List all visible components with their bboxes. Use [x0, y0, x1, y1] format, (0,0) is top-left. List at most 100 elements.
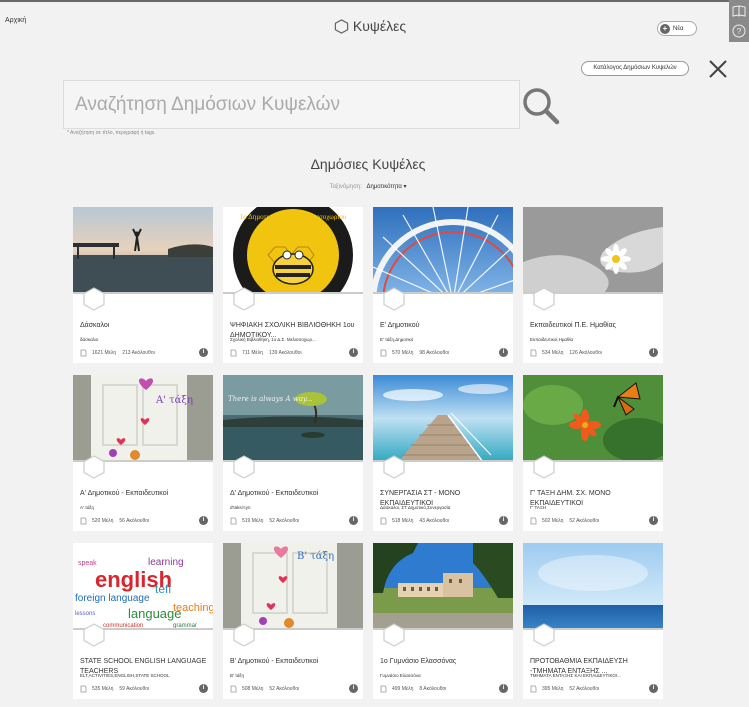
info-icon[interactable]: i	[499, 516, 508, 525]
hive-stats: 395 Μέλη 52 Ακόλουθοι i	[530, 684, 658, 694]
hive-hexagon-icon	[334, 19, 349, 34]
cover-sunset-lake-image	[73, 207, 213, 292]
hive-card[interactable]: ΣΥΝΕΡΓΑΣΙΑ ΣΤ - ΜΟΝΟ ΕΚΠΑΙΔΕΥΤΙΚΟΙ Δάσκα…	[373, 375, 513, 531]
svg-text:There is always A way...: There is always A way...	[228, 395, 313, 403]
hive-title[interactable]: Εκπαιδευτικοί Π.Ε. Ημαθίας	[530, 321, 660, 331]
cover-school-image	[373, 543, 513, 628]
hive-cover-image	[523, 375, 663, 462]
hive-title[interactable]: Α' Δημοτικού - Εκπαιδευτικοί	[80, 489, 210, 499]
close-icon[interactable]	[706, 57, 730, 81]
sort-value: Δημοτικότητα	[366, 184, 402, 190]
hive-card[interactable]: Α' τάξη Α' Δημοτικού - Εκπαιδευτικοί Α' …	[73, 375, 213, 531]
hive-card[interactable]: Ε' Δημοτικού Ε' τάξη,Δημοτικό 570 Μέλη 9…	[373, 207, 513, 363]
svg-text:foreign language: foreign language	[75, 593, 150, 604]
help-icon[interactable]: ?	[731, 23, 747, 39]
info-icon[interactable]: i	[649, 516, 658, 525]
public-hives-catalog-button[interactable]: Κατάλογος Δημόσιων Κυψελών	[581, 61, 689, 76]
page-title-text: Κυψέλες	[352, 18, 407, 34]
sort-dropdown[interactable]: Δημοτικότητα ▾	[366, 184, 406, 190]
svg-text:language: language	[128, 606, 182, 621]
info-icon[interactable]: i	[499, 348, 508, 357]
followers-count: 213 Ακόλουθοι	[122, 350, 155, 356]
info-icon[interactable]: i	[349, 684, 358, 693]
hive-cover-image	[373, 375, 513, 462]
hive-card[interactable]: english learning foreign language teachi…	[73, 543, 213, 699]
hive-cover-image	[373, 543, 513, 630]
new-hive-button[interactable]: + Νέα	[657, 21, 697, 36]
hive-tags: Β' τάξη	[230, 673, 244, 678]
members-icon	[80, 685, 87, 693]
sort-control: Ταξινόμηση: Δημοτικότητα ▾	[0, 183, 736, 190]
search-icon[interactable]	[520, 85, 560, 125]
hive-card[interactable]: Γ' ΤΑΞΗ ΔΗΜ. ΣΧ. ΜΟΝΟ ΕΚΠΑΙΔΕΥΤΙΚΟΙ Γ' Τ…	[523, 375, 663, 531]
hive-title[interactable]: Ε' Δημοτικού	[380, 321, 510, 331]
hive-card[interactable]: 1ο Δημοτικό Σχολείο Μελισσοχωρίου ΨΗΦΙΑΚ…	[223, 207, 363, 363]
hive-hexagon-icon	[83, 287, 105, 311]
hive-title[interactable]: Β' Δημοτικού - Εκπαιδευτικοί	[230, 657, 360, 667]
side-toolbar: ?	[729, 0, 749, 42]
new-button-label: Νέα	[673, 25, 684, 32]
plus-icon: +	[660, 23, 670, 34]
cover-door-b-image: Β' τάξη	[223, 543, 363, 628]
members-count: 570 Μέλη	[392, 350, 414, 356]
followers-count: 56 Ακόλουθοι	[119, 518, 150, 524]
followers-count: 98 Ακόλουθοι	[419, 350, 450, 356]
hive-stats: 518 Μέλη 43 Ακόλουθοι i	[380, 516, 508, 526]
info-icon[interactable]: i	[349, 348, 358, 357]
members-icon	[230, 349, 237, 357]
hive-card[interactable]: 1ο Γυμνάσιο Ελασσόνας Γυμνάσιο Ελασσόνα …	[373, 543, 513, 699]
hives-grid: Δάσκαλοι δάσκαλοι 1621 Μέλη 213 Ακόλουθο…	[73, 207, 663, 699]
info-icon[interactable]: i	[649, 348, 658, 357]
search-input[interactable]	[64, 81, 519, 128]
members-icon	[530, 685, 537, 693]
hive-stats: 520 Μέλη 56 Ακόλουθοι i	[80, 516, 208, 526]
hive-cover-image	[73, 207, 213, 294]
caret-down-icon: ▾	[403, 184, 407, 190]
followers-count: 52 Ακόλουθοι	[269, 686, 300, 692]
hive-hexagon-icon	[233, 455, 255, 479]
cover-tree-lake-image: There is always A way...	[223, 375, 363, 460]
hive-card[interactable]: Β' τάξη Β' Δημοτικού - Εκπαιδευτικοί Β' …	[223, 543, 363, 699]
members-count: 1621 Μέλη	[92, 350, 117, 356]
hive-tags: Ε' τάξη,Δημοτικό	[380, 337, 414, 342]
svg-text:Β' τάξη: Β' τάξη	[297, 551, 334, 562]
members-count: 502 Μέλη	[542, 518, 564, 524]
hive-tags: ELT,ACTIVITIES,ENGLISH,STATE SCHOOL	[80, 673, 170, 678]
members-count: 508 Μέλη	[242, 686, 264, 692]
section-title: Δημόσιες Κυψέλες	[310, 156, 426, 172]
followers-count: 126 Ακόλουθοι	[569, 350, 602, 356]
hive-stats: 534 Μέλη 126 Ακόλουθοι i	[530, 348, 658, 358]
hive-tags: Γ' ΤΑΞΗ	[530, 505, 547, 510]
info-icon[interactable]: i	[199, 348, 208, 357]
hive-stats: 1621 Μέλη 213 Ακόλουθοι i	[80, 348, 208, 358]
hive-title[interactable]: Δ' Δημοτικού - Εκπαιδευτικοί	[230, 489, 360, 499]
cover-door-a-image: Α' τάξη	[73, 375, 213, 460]
info-icon[interactable]: i	[499, 684, 508, 693]
followers-count: 52 Ακόλουθοι	[569, 686, 600, 692]
book-icon[interactable]	[731, 3, 747, 19]
cover-hands-flower-image	[523, 207, 663, 292]
hive-title[interactable]: Δάσκαλοι	[80, 321, 210, 331]
svg-text:?: ?	[737, 27, 742, 36]
hive-card[interactable]: Δάσκαλοι δάσκαλοι 1621 Μέλη 213 Ακόλουθο…	[73, 207, 213, 363]
hive-cover-image	[523, 207, 663, 294]
hive-hexagon-icon	[383, 287, 405, 311]
hive-stats: 711 Μέλη 139 Ακόλουθοι i	[230, 348, 358, 358]
members-count: 519 Μέλη	[242, 518, 264, 524]
members-icon	[230, 685, 237, 693]
members-count: 711 Μέλη	[242, 350, 264, 356]
info-icon[interactable]: i	[199, 516, 208, 525]
info-icon[interactable]: i	[199, 684, 208, 693]
hive-card[interactable]: Εκπαιδευτικοί Π.Ε. Ημαθίας Εκπαιδευτικοί…	[523, 207, 663, 363]
hive-card[interactable]: There is always A way... Δ' Δημοτικού - …	[223, 375, 363, 531]
info-icon[interactable]: i	[649, 684, 658, 693]
hive-hexagon-icon	[233, 287, 255, 311]
hive-hexagon-icon	[383, 455, 405, 479]
hive-card[interactable]: ΠΡΟΤΟΒΑΘΜΙΑ ΕΚΠΑΙΔΕΥΣΗ -ΤΜΗΜΑΤΑ ΕΝΤΑΞΗΣ …	[523, 543, 663, 699]
info-icon[interactable]: i	[349, 516, 358, 525]
followers-count: 43 Ακόλουθοι	[419, 518, 450, 524]
followers-count: 52 Ακόλουθοι	[269, 518, 300, 524]
members-icon	[530, 349, 537, 357]
cover-pier-image	[373, 375, 513, 460]
hive-title[interactable]: 1ο Γυμνάσιο Ελασσόνας	[380, 657, 510, 667]
